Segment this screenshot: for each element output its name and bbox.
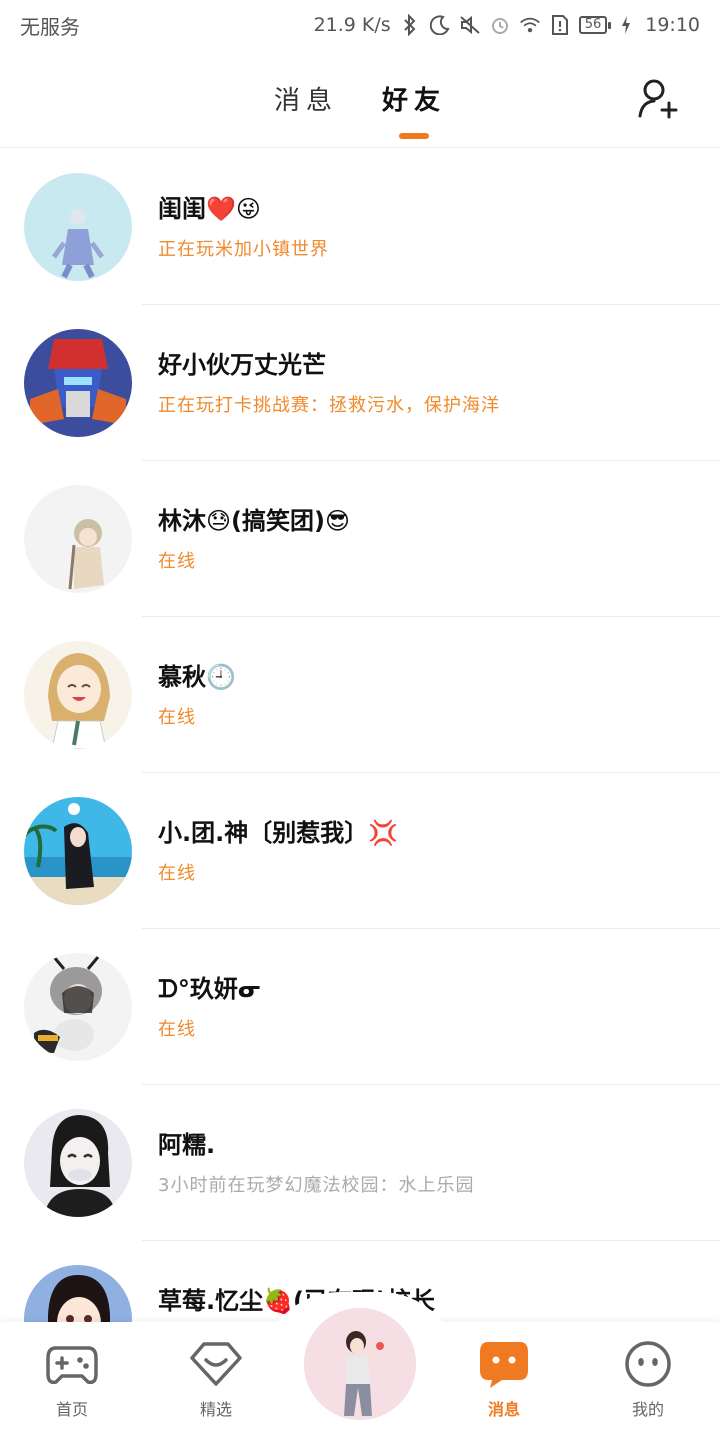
- friend-status: 在线: [158, 707, 196, 728]
- wifi-icon: [519, 14, 541, 36]
- avatar: [24, 641, 132, 749]
- friend-name: 闺闺❤️😜: [158, 195, 261, 223]
- friend-list: 闺闺❤️😜 正在玩米加小镇世界 好小伙万丈光芒 正在玩打卡挑战赛：拯救污水，保护…: [0, 149, 720, 1397]
- friend-status: 3小时前在玩梦幻魔法校园：水上乐园: [158, 1175, 475, 1196]
- status-icons: 21.9 K/s 56 19:10: [314, 14, 700, 36]
- friend-name: 好小伙万丈光芒: [158, 351, 326, 379]
- friend-row[interactable]: 小.团.神〔别惹我〕💢 在线: [0, 773, 720, 929]
- nav-label: 我的: [631, 1400, 664, 1419]
- add-user-icon: [638, 79, 678, 119]
- header: 消息 好友: [0, 50, 720, 148]
- battery-indicator: 56: [578, 16, 611, 34]
- nav-featured[interactable]: 精选: [166, 1340, 266, 1420]
- friend-name: 小.团.神〔别惹我〕💢: [158, 819, 399, 847]
- tab-label: 好友: [382, 86, 447, 116]
- friend-row[interactable]: 林沐😓(搞笑团)😎 在线: [0, 461, 720, 617]
- heart-diamond-icon: [190, 1342, 242, 1386]
- friend-row[interactable]: ᗪ°玖妍ᓂ 在线: [0, 929, 720, 1085]
- avatar: [24, 1109, 132, 1217]
- friend-status: 在线: [158, 863, 196, 884]
- tab-friends[interactable]: 好友: [382, 80, 446, 139]
- friend-name: ᗪ°玖妍ᓂ: [158, 975, 262, 1003]
- sim-alert-icon: [549, 14, 571, 36]
- nav-label: 首页: [55, 1400, 88, 1419]
- avatar: [24, 173, 132, 281]
- avatar: [24, 953, 132, 1061]
- friend-name: 慕秋🕘: [158, 663, 236, 691]
- avatar: [304, 1308, 416, 1420]
- tab-bar: 消息 好友: [0, 80, 720, 139]
- status-bar: 无服务 21.9 K/s 56 19:10: [0, 0, 720, 50]
- face-icon: [625, 1341, 671, 1387]
- friend-row[interactable]: 阿糯. 3小时前在玩梦幻魔法校园：水上乐园: [0, 1085, 720, 1241]
- gamepad-icon: [46, 1346, 98, 1385]
- charging-icon: [615, 14, 637, 36]
- friend-row[interactable]: 好小伙万丈光芒 正在玩打卡挑战赛：拯救污水，保护海洋: [0, 305, 720, 461]
- friend-row[interactable]: 慕秋🕘 在线: [0, 617, 720, 773]
- mute-icon: [459, 14, 481, 36]
- avatar: [24, 797, 132, 905]
- nav-label: 精选: [199, 1400, 232, 1419]
- tab-messages[interactable]: 消息: [274, 80, 338, 139]
- friend-row[interactable]: 闺闺❤️😜 正在玩米加小镇世界: [0, 149, 720, 305]
- nav-profile[interactable]: 我的: [598, 1340, 698, 1420]
- moon-icon: [429, 14, 451, 36]
- nav-label: 消息: [487, 1400, 520, 1419]
- friend-status: 在线: [158, 1019, 196, 1040]
- center-avatar-button[interactable]: [304, 1308, 416, 1420]
- avatar: [24, 485, 132, 593]
- nav-messages[interactable]: 消息: [454, 1340, 554, 1420]
- tab-label: 消息: [273, 86, 338, 116]
- chat-bubble-icon: [480, 1342, 528, 1388]
- network-speed: 21.9 K/s: [313, 14, 391, 36]
- friend-status: 正在玩打卡挑战赛：拯救污水，保护海洋: [158, 395, 500, 416]
- carrier-label: 无服务: [20, 14, 80, 39]
- bluetooth-icon: [399, 14, 421, 36]
- nav-home[interactable]: 首页: [22, 1340, 122, 1420]
- friend-name: 阿糯.: [158, 1131, 216, 1159]
- friend-name: 林沐😓(搞笑团)😎: [158, 507, 350, 535]
- friend-status: 在线: [158, 551, 196, 572]
- avatar: [24, 329, 132, 437]
- clock: 19:10: [645, 14, 700, 36]
- friend-status: 正在玩米加小镇世界: [158, 239, 329, 260]
- active-tab-indicator: [399, 133, 429, 139]
- alarm-icon: [489, 14, 511, 36]
- add-friend-button[interactable]: [636, 76, 680, 120]
